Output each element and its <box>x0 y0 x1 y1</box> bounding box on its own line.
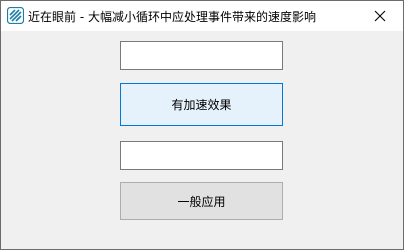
close-button[interactable] <box>357 1 403 31</box>
accelerated-button[interactable]: 有加速效果 <box>120 83 283 126</box>
app-stripes-icon <box>6 6 25 25</box>
close-icon <box>374 7 386 26</box>
text-input-bottom[interactable] <box>120 141 283 170</box>
title-bar[interactable]: 近在眼前 - 大幅减小循环中应处理事件带来的速度影响 <box>1 1 403 31</box>
normal-button-label: 一般应用 <box>177 194 226 209</box>
accelerated-button-label: 有加速效果 <box>171 98 232 112</box>
window-title: 近在眼前 - 大幅减小循环中应处理事件带来的速度影响 <box>28 10 316 24</box>
text-input-top[interactable] <box>120 41 283 70</box>
normal-button[interactable]: 一般应用 <box>120 182 283 220</box>
app-window: 近在眼前 - 大幅减小循环中应处理事件带来的速度影响 有加速效果 一般应用 <box>0 0 404 250</box>
